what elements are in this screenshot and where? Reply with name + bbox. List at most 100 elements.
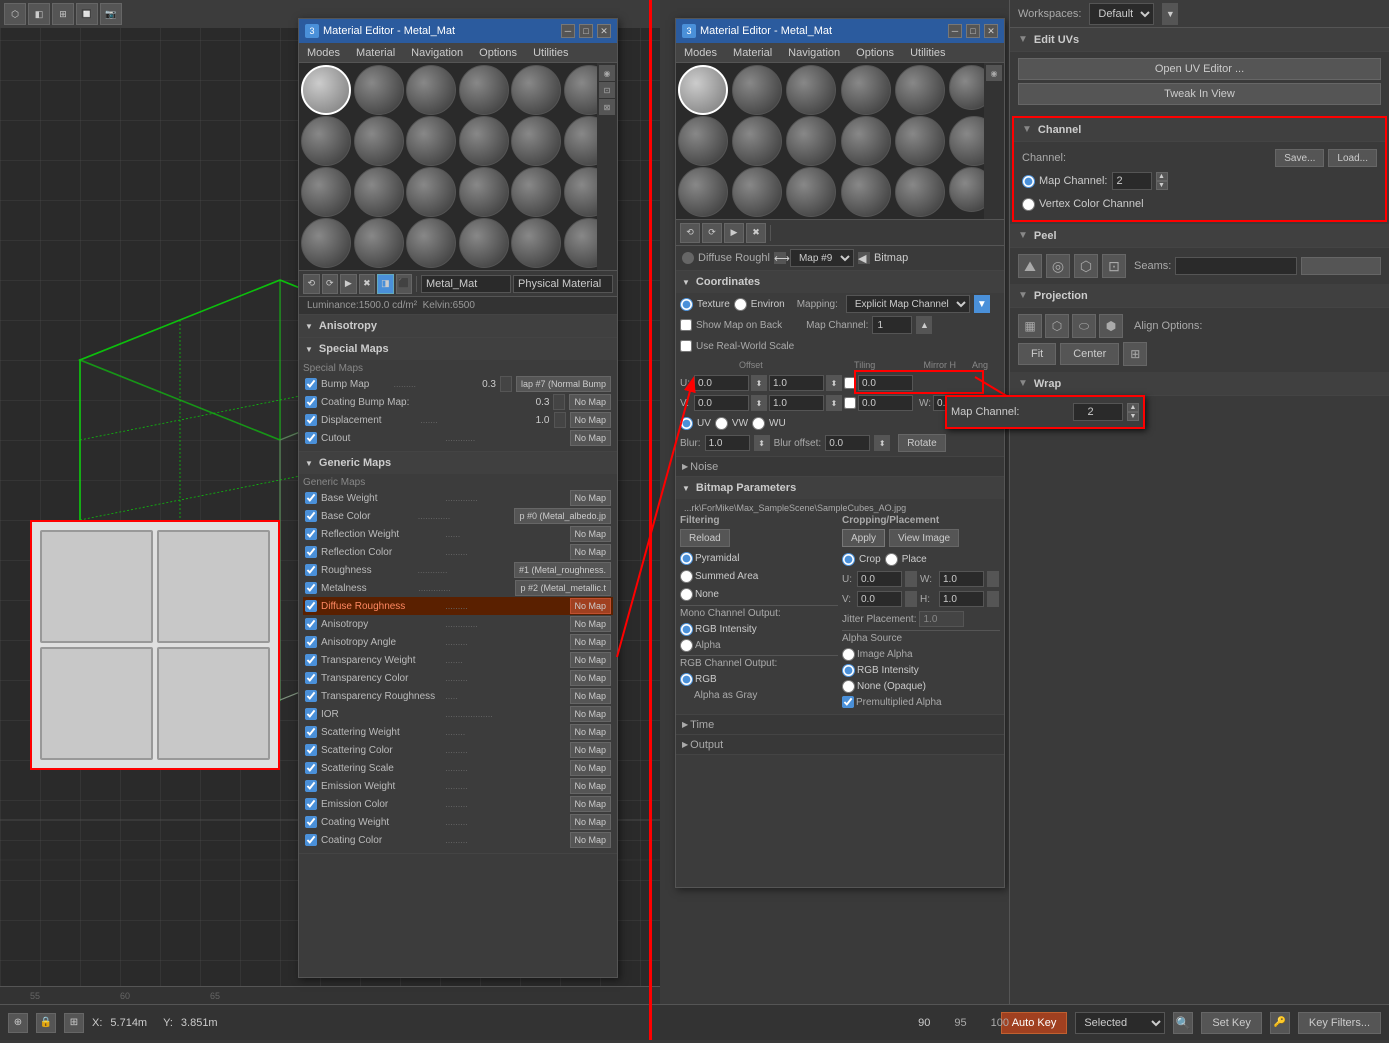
displacement-spinner[interactable]: [554, 412, 566, 428]
section-anisotropy-header[interactable]: ▼ Anisotropy: [299, 315, 617, 337]
section-time-header[interactable]: ▶ Time: [676, 715, 1004, 735]
reflection-color-checkbox[interactable]: [305, 546, 317, 558]
material-ball-5[interactable]: [511, 65, 561, 115]
minimize-btn-1[interactable]: ─: [561, 24, 575, 38]
menu-modes-1[interactable]: Modes: [303, 47, 344, 59]
material-ball-3[interactable]: [406, 65, 456, 115]
proj-icon-3[interactable]: ⬭: [1072, 314, 1096, 338]
wrap-header[interactable]: ▼ Wrap: [1010, 372, 1389, 396]
menu-options-1[interactable]: Options: [475, 47, 521, 59]
material-ball-2[interactable]: [354, 65, 404, 115]
crop-radio[interactable]: [842, 553, 855, 566]
viewport-tool-2[interactable]: ◧: [28, 3, 50, 25]
section-generic-maps-header[interactable]: ▼ Generic Maps: [299, 452, 617, 474]
displacement-btn[interactable]: No Map: [570, 412, 612, 428]
transparency-roughness-btn[interactable]: No Map: [570, 688, 612, 704]
wu-radio[interactable]: [752, 417, 765, 430]
real-world-checkbox[interactable]: [680, 340, 692, 352]
menu-navigation-1[interactable]: Navigation: [407, 47, 467, 59]
crop-w-spinner[interactable]: [987, 571, 999, 587]
crop-u-spinner[interactable]: [905, 571, 917, 587]
menu-navigation-2[interactable]: Navigation: [784, 47, 844, 59]
material-name-input[interactable]: [421, 275, 511, 293]
map-channel-popup-input[interactable]: [1073, 403, 1123, 421]
tool-2-3[interactable]: ▶: [724, 223, 744, 243]
section-output-header[interactable]: ▶ Output: [676, 735, 1004, 755]
workspace-dropdown-btn[interactable]: ▼: [1162, 3, 1178, 25]
scattering-weight-btn[interactable]: No Map: [570, 724, 612, 740]
tool-2-4[interactable]: ✖: [746, 223, 766, 243]
bump-map-btn[interactable]: lap #7 (Normal Bump: [516, 376, 611, 392]
peel-icon-1[interactable]: ⛰: [1018, 254, 1042, 278]
vertex-color-radio[interactable]: [1022, 198, 1035, 211]
metalness-checkbox[interactable]: [305, 582, 317, 594]
material-ball-2-10[interactable]: [841, 116, 891, 166]
proj-icon-1[interactable]: ▦: [1018, 314, 1042, 338]
reflection-weight-checkbox[interactable]: [305, 528, 317, 540]
channel-header[interactable]: ▼ Channel: [1014, 118, 1385, 142]
viewport-tool-1[interactable]: ⬡: [4, 3, 26, 25]
material-ball-9[interactable]: [406, 116, 456, 166]
apply-btn[interactable]: Apply: [842, 529, 885, 547]
peel-icon-3[interactable]: ⬡: [1074, 254, 1098, 278]
proj-icon-2[interactable]: ⬡: [1045, 314, 1069, 338]
anisotropy-checkbox[interactable]: [305, 618, 317, 630]
crop-h-spinner[interactable]: [987, 591, 999, 607]
material-ball-13[interactable]: [301, 167, 351, 217]
map-channel-input-2[interactable]: [872, 316, 912, 334]
auto-key-btn[interactable]: Auto Key: [1001, 1012, 1068, 1034]
viewport-tool-3[interactable]: ⊞: [52, 3, 74, 25]
section-special-maps-header[interactable]: ▼ Special Maps: [299, 338, 617, 360]
blur-offset-input[interactable]: [825, 435, 870, 451]
displacement-checkbox[interactable]: [305, 414, 317, 426]
maximize-btn-2[interactable]: □: [966, 24, 980, 38]
anisotropy-btn[interactable]: No Map: [570, 616, 612, 632]
tool-show-shaded[interactable]: ◨: [377, 274, 394, 294]
grid-icon[interactable]: ⊞: [64, 1013, 84, 1033]
material-ball-2-9[interactable]: [786, 116, 836, 166]
rotate-btn[interactable]: Rotate: [898, 434, 945, 452]
scattering-color-btn[interactable]: No Map: [570, 742, 612, 758]
proj-icon-4[interactable]: ⬢: [1099, 314, 1123, 338]
material-ball-10[interactable]: [459, 116, 509, 166]
tool-2-2[interactable]: ⟳: [702, 223, 722, 243]
none-opaque-radio[interactable]: [842, 680, 855, 693]
material-ball-2-16[interactable]: [841, 167, 891, 217]
show-map-back-checkbox[interactable]: [680, 319, 692, 331]
tool-put-material[interactable]: ⟳: [322, 274, 339, 294]
scattering-color-checkbox[interactable]: [305, 744, 317, 756]
peel-header[interactable]: ▼ Peel: [1010, 224, 1389, 248]
material-ball-20[interactable]: [354, 218, 404, 268]
crop-v-spinner[interactable]: [905, 591, 917, 607]
projection-header[interactable]: ▼ Projection: [1010, 284, 1389, 308]
tool-2-1[interactable]: ⟲: [680, 223, 700, 243]
reflection-color-btn[interactable]: No Map: [570, 544, 612, 560]
material-ball-7[interactable]: [301, 116, 351, 166]
load-btn[interactable]: Load...: [1328, 149, 1377, 167]
side-icon-3[interactable]: ⊠: [599, 99, 615, 115]
workspace-select[interactable]: Default: [1089, 3, 1154, 25]
material-ball-14[interactable]: [354, 167, 404, 217]
view-image-btn[interactable]: View Image: [889, 529, 959, 547]
material-ball-1[interactable]: [301, 65, 351, 115]
tool-assign-material[interactable]: ▶: [340, 274, 357, 294]
vw-radio[interactable]: [715, 417, 728, 430]
u-mirror-checkbox[interactable]: [844, 377, 856, 389]
menu-options-2[interactable]: Options: [852, 47, 898, 59]
material-ball-22[interactable]: [459, 218, 509, 268]
crop-u-input[interactable]: [857, 571, 902, 587]
center-btn[interactable]: Center: [1060, 343, 1119, 365]
material-ball-2-3[interactable]: [786, 65, 836, 115]
seams-input[interactable]: [1175, 257, 1297, 275]
blur-input[interactable]: [705, 435, 750, 451]
alpha-radio[interactable]: [680, 639, 693, 652]
map-channel-spinner-2[interactable]: ▲: [916, 316, 932, 334]
crop-w-input[interactable]: [939, 571, 984, 587]
ior-checkbox[interactable]: [305, 708, 317, 720]
emission-color-checkbox[interactable]: [305, 798, 317, 810]
blur-offset-spinner[interactable]: ⬍: [874, 435, 890, 451]
reload-btn[interactable]: Reload: [680, 529, 730, 547]
crop-v-input[interactable]: [857, 591, 902, 607]
material-ball-2-8[interactable]: [732, 116, 782, 166]
roughness-checkbox[interactable]: [305, 564, 317, 576]
